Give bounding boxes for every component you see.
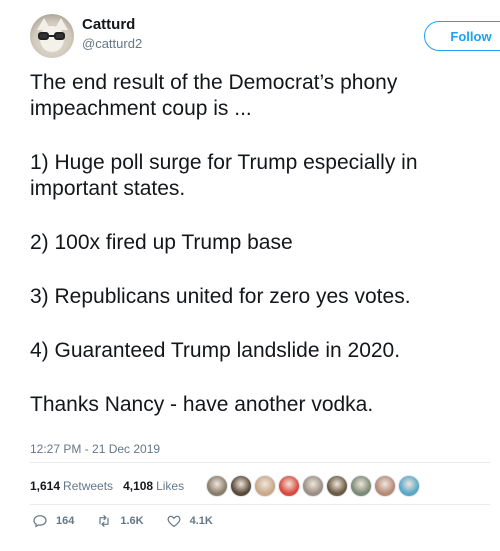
like-count: 4.1K	[189, 515, 213, 527]
follow-button[interactable]: Follow	[424, 21, 500, 51]
retweet-count: 1.6K	[120, 515, 144, 527]
heart-icon	[167, 515, 181, 527]
like-button[interactable]: 4.1K	[166, 513, 213, 529]
liker-avatar[interactable]	[326, 475, 348, 497]
tweet-paragraph: The end result of the Democrat’s phony i…	[30, 71, 398, 120]
tweet-paragraph: Thanks Nancy - have another vodka.	[30, 393, 374, 416]
engagement-stats: 1,614 Retweets 4,108 Likes	[30, 472, 194, 500]
retweet-button[interactable]: 1.6K	[96, 513, 144, 529]
liker-avatar[interactable]	[254, 475, 276, 497]
retweets-count[interactable]: 1,614	[30, 479, 60, 493]
retweet-icon	[99, 515, 109, 527]
likes-label[interactable]: Likes	[156, 479, 184, 493]
liker-avatar[interactable]	[374, 475, 396, 497]
liker-avatar[interactable]	[278, 475, 300, 497]
avatar[interactable]	[30, 14, 74, 58]
liker-avatar[interactable]	[206, 475, 228, 497]
divider	[30, 462, 490, 463]
liker-avatar[interactable]	[398, 475, 420, 497]
liker-avatar[interactable]	[350, 475, 372, 497]
tweet-timestamp[interactable]: 12:27 PM - 21 Dec 2019	[30, 442, 160, 456]
tweet-paragraph: 3) Republicans united for zero yes votes…	[30, 285, 411, 308]
reply-button[interactable]: 164	[32, 513, 74, 529]
liker-avatar[interactable]	[302, 475, 324, 497]
liker-avatar[interactable]	[230, 475, 252, 497]
avatar-glasses	[38, 32, 66, 40]
divider	[30, 504, 490, 505]
retweets-label[interactable]: Retweets	[63, 479, 113, 493]
tweet-paragraph: 2) 100x fired up Trump base	[30, 231, 293, 254]
user-handle[interactable]: @catturd2	[82, 36, 142, 51]
tweet-header: Catturd @catturd2 Follow	[30, 14, 500, 58]
reply-count: 164	[56, 515, 75, 527]
likes-count[interactable]: 4,108	[123, 479, 153, 493]
tweet-actions: 164 1.6K 4.1K	[32, 513, 235, 529]
reply-icon	[33, 515, 47, 528]
tweet-paragraph: 4) Guaranteed Trump landslide in 2020.	[30, 339, 401, 362]
tweet-paragraph: 1) Huge poll surge for Trump especially …	[30, 151, 418, 200]
tweet-text: The end result of the Democrat’s phony i…	[30, 70, 490, 418]
liker-avatars	[206, 472, 422, 500]
display-name[interactable]: Catturd	[82, 16, 135, 33]
